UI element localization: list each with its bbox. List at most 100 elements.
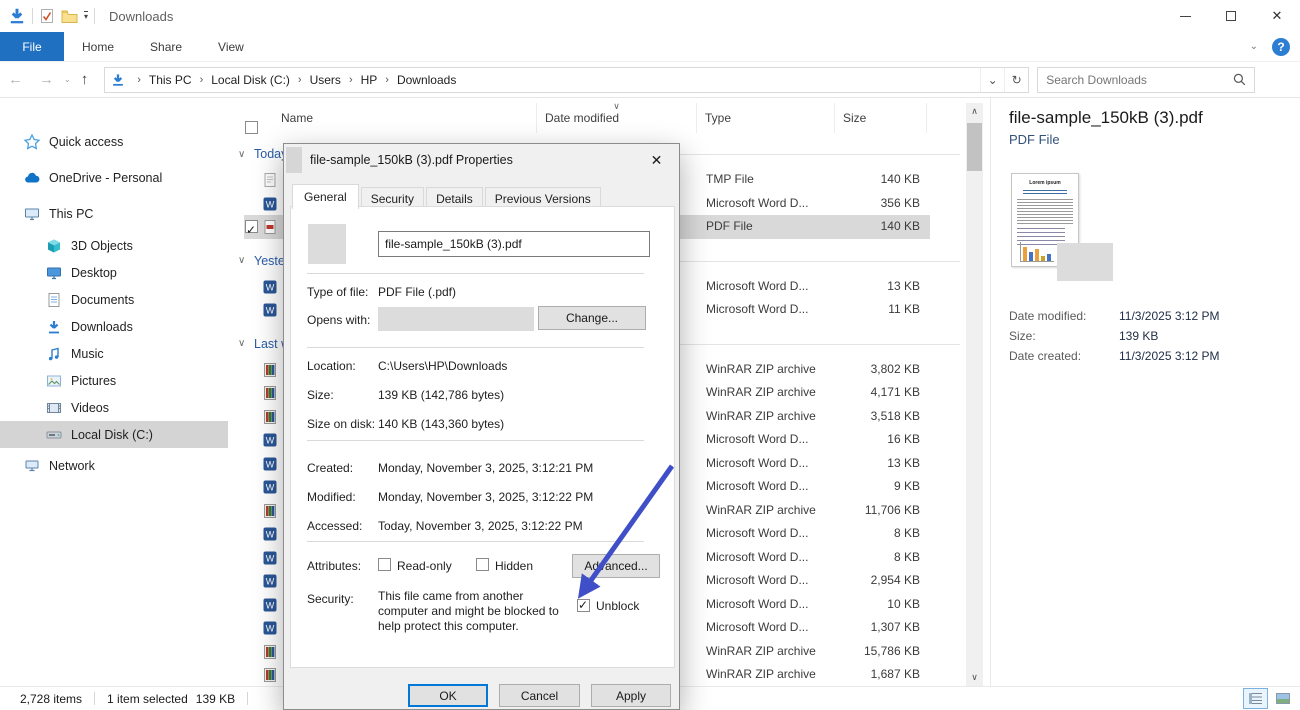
collapse-group-icon[interactable]: ∨ [238, 255, 245, 266]
detail-label: Size: [1009, 326, 1119, 346]
modified-value: Monday, November 3, 2025, 3:12:22 PM [378, 490, 593, 504]
unblock-checkbox[interactable] [577, 599, 590, 612]
recent-locations-icon[interactable]: ⌄ [62, 75, 73, 84]
zip-file-icon [262, 385, 278, 401]
address-bar[interactable]: › This PC › Local Disk (C:) › Users › HP › Downlo… [104, 67, 1029, 93]
sidebar-item-label: Desktop [71, 266, 117, 280]
preview-file-type: PDF File [1009, 132, 1300, 147]
security-text: This file came from another computer and… [378, 589, 564, 634]
scroll-up-icon[interactable]: ∧ [966, 103, 983, 120]
desktop-icon [46, 265, 62, 281]
column-header-type[interactable]: Type [697, 103, 835, 133]
refresh-icon[interactable]: ↻ [1004, 68, 1028, 92]
sidebar-item-videos[interactable]: Videos [0, 394, 228, 421]
maximize-button[interactable] [1208, 0, 1254, 32]
svg-text:W: W [266, 577, 275, 587]
scroll-down-icon[interactable]: ∨ [966, 669, 983, 686]
preview-detail-row: Date modified:11/3/2025 3:12 PM [1009, 306, 1300, 326]
item-checkbox[interactable] [245, 220, 258, 233]
preview-detail-row: Size:139 KB [1009, 326, 1300, 346]
ok-button[interactable]: OK [408, 684, 488, 707]
breadcrumb-separator-icon[interactable]: › [385, 74, 389, 86]
breadcrumb-separator-icon[interactable]: › [200, 74, 204, 86]
sidebar-item-pictures[interactable]: Pictures [0, 367, 228, 394]
column-header-label: Type [705, 111, 731, 125]
dialog-title: file-sample_150kB (3).pdf Properties [310, 153, 513, 167]
sidebar-item-quick-access[interactable]: Quick access [0, 124, 228, 160]
vertical-scrollbar[interactable]: ∧ ∨ [966, 103, 983, 686]
sidebar-item-downloads[interactable]: Downloads [0, 313, 228, 340]
breadcrumb-separator-icon[interactable]: › [349, 74, 353, 86]
modified-label: Modified: [307, 490, 356, 504]
dialog-close-icon[interactable]: ✕ [634, 144, 679, 176]
breadcrumb-item[interactable]: This PC [149, 73, 192, 87]
column-header-name[interactable]: Name [228, 103, 537, 133]
file-size-cell: 1,307 KB [788, 616, 920, 640]
dialog-tab-general[interactable]: General [292, 184, 359, 209]
readonly-checkbox[interactable] [378, 558, 391, 571]
breadcrumb-item[interactable]: Local Disk (C:) [211, 73, 290, 87]
created-value: Monday, November 3, 2025, 3:12:21 PM [378, 461, 593, 475]
column-header-size[interactable]: Size [835, 103, 927, 133]
select-all-checkbox[interactable] [245, 121, 258, 134]
collapse-group-icon[interactable]: ∨ [238, 338, 245, 349]
breadcrumb-separator-icon[interactable]: › [137, 74, 141, 86]
advanced-button[interactable]: Advanced... [572, 554, 660, 578]
column-header-date-modified[interactable]: Date modified∨ [537, 103, 697, 133]
word-file-icon: W [262, 573, 278, 589]
thumbnail-text-lines [1017, 199, 1073, 225]
search-icon[interactable] [1233, 73, 1254, 86]
svg-text:W: W [266, 624, 275, 634]
svg-text:W: W [266, 530, 275, 540]
forward-icon[interactable]: → [31, 71, 62, 88]
hidden-checkbox[interactable] [476, 558, 489, 571]
large-icons-view-button[interactable] [1270, 688, 1295, 709]
breadcrumb-item[interactable]: Users [310, 73, 341, 87]
address-dropdown-icon[interactable]: ⌄ [980, 68, 1004, 92]
close-button[interactable]: ✕ [1254, 0, 1300, 32]
sidebar-item-desktop[interactable]: Desktop [0, 259, 228, 286]
ribbon-tab-home[interactable]: Home [64, 32, 132, 61]
apply-button[interactable]: Apply [591, 684, 671, 707]
sidebar-item-documents[interactable]: Documents [0, 286, 228, 313]
breadcrumb-item[interactable]: HP [361, 73, 378, 87]
sidebar-item-3d-objects[interactable]: 3D Objects [0, 232, 228, 259]
sidebar-item-onedrive-personal[interactable]: OneDrive - Personal [0, 160, 228, 196]
file-size-cell: 8 KB [788, 522, 920, 546]
file-menu-button[interactable]: File [0, 32, 64, 61]
minimize-button[interactable] [1162, 0, 1208, 32]
breadcrumb-item[interactable]: Downloads [397, 73, 456, 87]
sidebar-item-local-disk-c[interactable]: Local Disk (C:) [0, 421, 228, 448]
file-size-cell: 140 KB [788, 215, 920, 239]
new-folder-icon[interactable] [61, 9, 78, 24]
cancel-button[interactable]: Cancel [499, 684, 580, 707]
sidebar-item-network[interactable]: Network [0, 448, 228, 484]
video-icon [46, 400, 62, 416]
scrollbar-thumb[interactable] [967, 123, 982, 171]
help-icon[interactable]: ? [1272, 38, 1290, 56]
collapse-group-icon[interactable]: ∨ [238, 149, 245, 160]
breadcrumb-separator-icon[interactable]: › [298, 74, 302, 86]
file-name-input[interactable] [378, 231, 650, 257]
change-button[interactable]: Change... [538, 306, 646, 330]
sidebar-item-this-pc[interactable]: This PC [0, 196, 228, 232]
word-file-icon: W [262, 526, 278, 542]
customize-toolbar-icon[interactable]: ▾ [84, 11, 88, 21]
properties-icon[interactable] [39, 8, 55, 24]
ribbon-tab-share[interactable]: Share [132, 32, 200, 61]
details-view-button[interactable] [1243, 688, 1268, 709]
sidebar-item-music[interactable]: Music [0, 340, 228, 367]
up-icon[interactable]: ↑ [73, 71, 97, 88]
search-input[interactable] [1038, 73, 1233, 87]
sidebar-item-label: Videos [71, 401, 109, 415]
back-icon[interactable]: ← [0, 71, 31, 88]
general-tab-page: Type of file: PDF File (.pdf) Opens with… [290, 206, 675, 668]
file-size-cell: 140 KB [788, 168, 920, 192]
pc-icon [24, 206, 40, 222]
ribbon-tab-view[interactable]: View [200, 32, 262, 61]
sort-descending-icon[interactable]: ∨ [613, 101, 620, 112]
selection-count: 1 item selected [107, 692, 188, 706]
download-icon [46, 319, 62, 335]
thumbnail-subtitle-lines [1023, 190, 1068, 196]
expand-ribbon-icon[interactable]: ⌄ [1250, 41, 1258, 52]
